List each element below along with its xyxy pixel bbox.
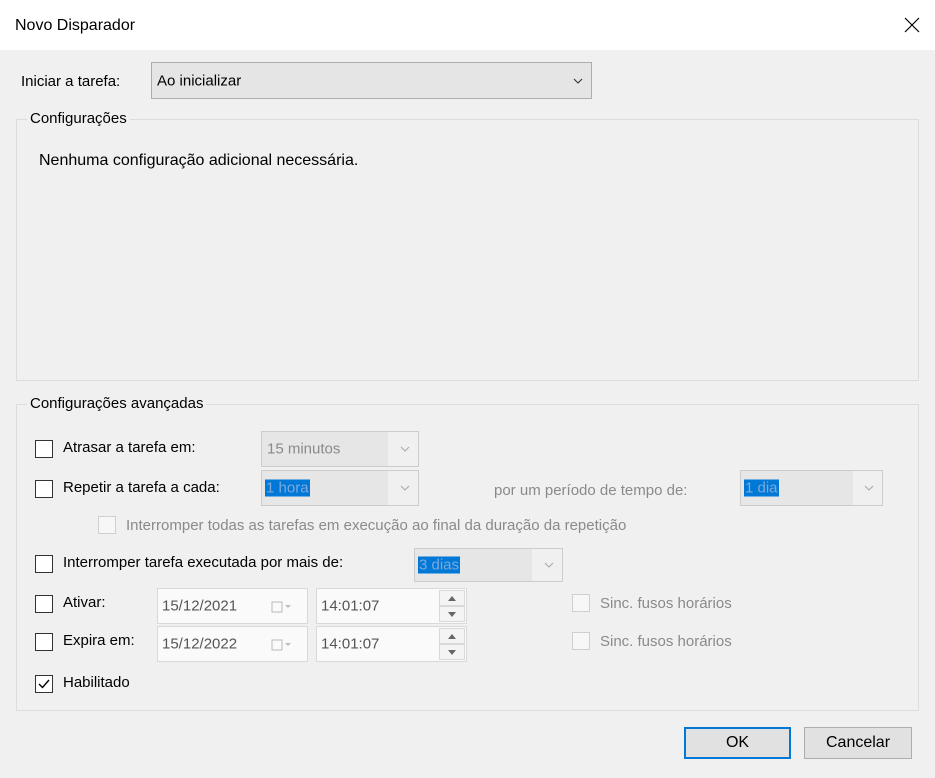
expire-date: 15/12/2022: [162, 635, 238, 653]
expire-checkbox[interactable]: [35, 633, 53, 651]
cancel-button[interactable]: Cancelar: [804, 727, 912, 759]
stop-all-checkbox[interactable]: [98, 516, 116, 534]
delay-dropdown[interactable]: 15 minutos: [261, 431, 419, 467]
expire-time-down[interactable]: [439, 644, 465, 660]
chevron-down-icon: [544, 562, 554, 568]
activate-date: 15/12/2021: [162, 597, 238, 615]
repeat-interval-dropdown[interactable]: 1 hora: [261, 470, 419, 506]
chevron-down-icon: [573, 78, 583, 84]
enabled-checkbox[interactable]: [35, 675, 53, 693]
enabled-label: Habilitado: [63, 674, 130, 691]
stop-longer-value: 3 dias: [418, 556, 461, 574]
settings-message: Nenhuma configuração adicional necessári…: [39, 152, 359, 169]
start-task-value: Ao inicializar: [157, 72, 242, 89]
delay-label: Atrasar a tarefa em:: [63, 439, 196, 456]
calendar-icon: [271, 601, 291, 613]
title-bar: Novo Disparador: [0, 0, 935, 51]
spin-up-icon: [448, 595, 456, 601]
expire-time: 14:01:07: [321, 635, 380, 653]
expire-time-up[interactable]: [439, 628, 465, 644]
expire-sync-label: Sinc. fusos horários: [600, 633, 732, 650]
repeat-label: Repetir a tarefa a cada:: [63, 479, 220, 496]
chevron-down-icon: [400, 446, 410, 452]
activate-sync-label: Sinc. fusos horários: [600, 595, 732, 612]
expire-time-field[interactable]: 14:01:07: [316, 626, 467, 662]
start-task-label: Iniciar a tarefa:: [21, 73, 121, 90]
stop-longer-label: Interromper tarefa executada por mais de…: [63, 554, 344, 571]
window-title: Novo Disparador: [15, 17, 136, 34]
close-button[interactable]: [889, 0, 935, 50]
repeat-duration-dropdown[interactable]: 1 dia: [740, 470, 883, 506]
expire-sync-checkbox[interactable]: [572, 632, 590, 650]
checkmark-icon: [38, 679, 50, 689]
calendar-icon: [271, 639, 291, 651]
activate-time-field[interactable]: 14:01:07: [316, 588, 467, 624]
activate-checkbox[interactable]: [35, 595, 53, 613]
expire-date-picker[interactable]: 15/12/2022: [157, 626, 308, 662]
delay-value: 15 minutos: [267, 440, 341, 458]
settings-title: Configurações: [27, 110, 130, 127]
chevron-down-icon: [400, 485, 410, 491]
stop-all-label: Interromper todas as tarefas em execução…: [126, 517, 627, 534]
start-task-dropdown[interactable]: Ao inicializar: [151, 62, 592, 99]
close-icon: [904, 17, 920, 33]
expire-label: Expira em:: [63, 632, 135, 649]
stop-longer-checkbox[interactable]: [35, 555, 53, 573]
ok-button[interactable]: OK: [684, 727, 791, 759]
advanced-settings-title: Configurações avançadas: [27, 395, 207, 412]
repeat-duration-label: por um período de tempo de:: [494, 482, 688, 499]
chevron-down-icon: [864, 485, 874, 491]
delay-checkbox[interactable]: [35, 440, 53, 458]
activate-time: 14:01:07: [321, 597, 380, 615]
activate-date-picker[interactable]: 15/12/2021: [157, 588, 308, 624]
activate-sync-checkbox[interactable]: [572, 594, 590, 612]
stop-longer-dropdown[interactable]: 3 dias: [414, 548, 563, 582]
spin-down-icon: [448, 649, 456, 655]
repeat-duration-value: 1 dia: [744, 479, 779, 497]
spin-down-icon: [448, 611, 456, 617]
dialog-body: Iniciar a tarefa: Ao inicializar Configu…: [0, 50, 935, 778]
activate-label: Ativar:: [63, 594, 106, 611]
repeat-interval-value: 1 hora: [265, 479, 310, 497]
activate-time-down[interactable]: [439, 606, 465, 622]
repeat-checkbox[interactable]: [35, 480, 53, 498]
spin-up-icon: [448, 633, 456, 639]
activate-time-up[interactable]: [439, 590, 465, 606]
